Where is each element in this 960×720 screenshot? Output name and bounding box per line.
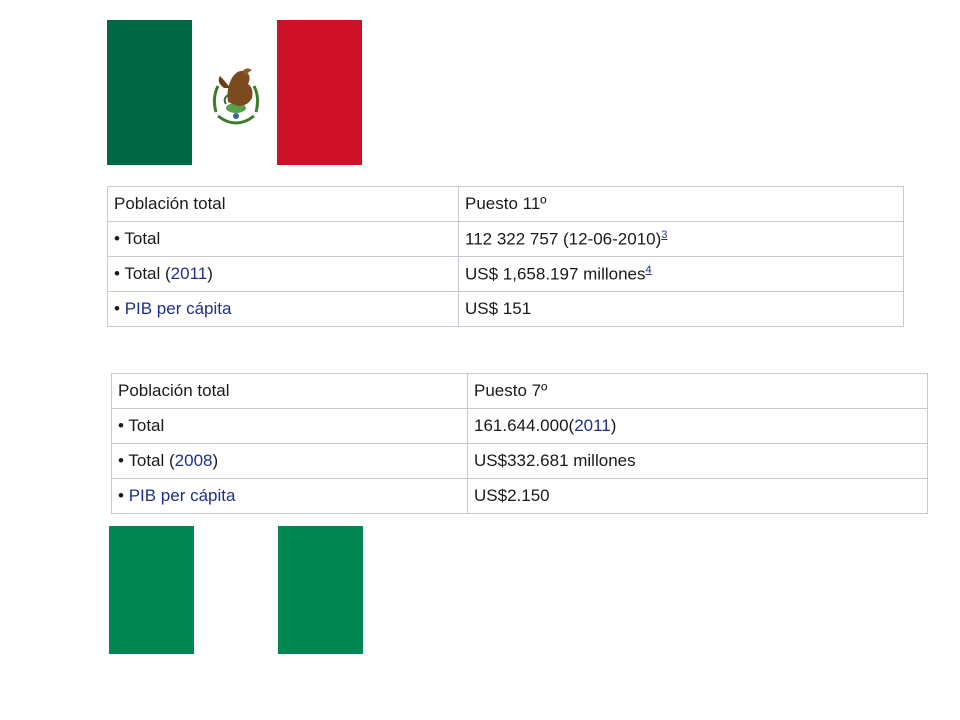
mexico-flag bbox=[107, 20, 362, 165]
reference-link[interactable]: 3 bbox=[661, 229, 667, 241]
bullet: • bbox=[118, 451, 124, 470]
gdp-per-capita-value: US$ 151 bbox=[465, 299, 532, 318]
table-row: • Total 112 322 757 (12-06-2010)3 bbox=[107, 221, 904, 257]
bullet: • bbox=[118, 416, 124, 435]
gdp-total-value: US$ 1,658.197 millones bbox=[465, 264, 646, 284]
table-row: • PIB per cápita US$ 151 bbox=[107, 291, 904, 327]
gdp-per-capita-link[interactable]: PIB per cápita bbox=[129, 486, 236, 505]
year-link[interactable]: 2011 bbox=[171, 264, 208, 283]
table-cell-value: 112 322 757 (12-06-2010)3 bbox=[458, 221, 904, 257]
table-cell-label: • Total bbox=[107, 221, 459, 257]
table-cell-value: US$332.681 millones bbox=[467, 443, 928, 479]
table-cell-label: Población total bbox=[111, 373, 468, 409]
bullet: • bbox=[114, 264, 120, 283]
bullet: • bbox=[118, 486, 124, 505]
gdp-total-label: Total ( bbox=[124, 264, 171, 283]
table-cell-value: US$ 151 bbox=[458, 291, 904, 327]
table-cell-value: Puesto 7º bbox=[467, 373, 928, 409]
population-total-value: 112 322 757 (12-06-2010) bbox=[465, 229, 662, 249]
table-row: Población total Puesto 7º bbox=[111, 373, 928, 409]
gdp-total-value: US$332.681 millones bbox=[474, 451, 636, 470]
table-cell-label: • PIB per cápita bbox=[107, 291, 459, 327]
table-cell-value: Puesto 11º bbox=[458, 186, 904, 222]
table-row: • Total (2008) US$332.681 millones bbox=[111, 443, 928, 479]
year-link[interactable]: 2008 bbox=[175, 451, 213, 470]
population-total-suffix: ) bbox=[610, 416, 617, 435]
table-cell-label: • PIB per cápita bbox=[111, 478, 468, 514]
reference-link[interactable]: 4 bbox=[646, 264, 652, 276]
table-row: • PIB per cápita US$2.150 bbox=[111, 478, 928, 514]
gdp-total-label: Total ( bbox=[128, 451, 175, 470]
table-row: • Total 161.644.000(2011) bbox=[111, 408, 928, 444]
flag-white-stripe bbox=[194, 526, 278, 654]
year-link[interactable]: 2011 bbox=[574, 416, 611, 435]
table-cell-label: • Total (2011) bbox=[107, 256, 459, 292]
bullet: • bbox=[114, 229, 120, 248]
flag-white-stripe bbox=[192, 20, 277, 165]
table-cell-label: • Total (2008) bbox=[111, 443, 468, 479]
flag-red-stripe bbox=[277, 20, 362, 165]
population-label: Población total bbox=[114, 194, 226, 213]
gdp-per-capita-link[interactable]: PIB per cápita bbox=[125, 299, 232, 318]
table-cell-label: • Total bbox=[111, 408, 468, 444]
gdp-total-label-suffix: ) bbox=[212, 451, 219, 470]
population-rank: Puesto 7º bbox=[474, 381, 548, 400]
flag-green-stripe bbox=[278, 526, 363, 654]
table-row: • Total (2011) US$ 1,658.197 millones4 bbox=[107, 256, 904, 292]
nigeria-flag bbox=[109, 526, 363, 654]
population-label: Población total bbox=[118, 381, 230, 400]
table-cell-value: US$2.150 bbox=[467, 478, 928, 514]
table-cell-label: Población total bbox=[107, 186, 459, 222]
flag-green-stripe bbox=[107, 20, 192, 165]
table-cell-value: US$ 1,658.197 millones4 bbox=[458, 256, 904, 292]
population-total-value: 161.644.000( bbox=[474, 416, 575, 435]
table-row: Población total Puesto 11º bbox=[107, 186, 904, 222]
table-cell-value: 161.644.000(2011) bbox=[467, 408, 928, 444]
population-rank: Puesto 11º bbox=[465, 194, 547, 213]
bullet: • bbox=[114, 299, 120, 318]
mexico-info-table: Población total Puesto 11º • Total 112 3… bbox=[107, 186, 904, 327]
coat-of-arms-icon bbox=[212, 68, 260, 125]
gdp-total-label-suffix: ) bbox=[207, 264, 213, 283]
flag-green-stripe bbox=[109, 526, 194, 654]
nigeria-info-table: Población total Puesto 7º • Total 161.64… bbox=[111, 373, 928, 514]
gdp-per-capita-value: US$2.150 bbox=[474, 486, 550, 505]
total-label: Total bbox=[128, 416, 165, 435]
total-label: Total bbox=[124, 229, 161, 248]
